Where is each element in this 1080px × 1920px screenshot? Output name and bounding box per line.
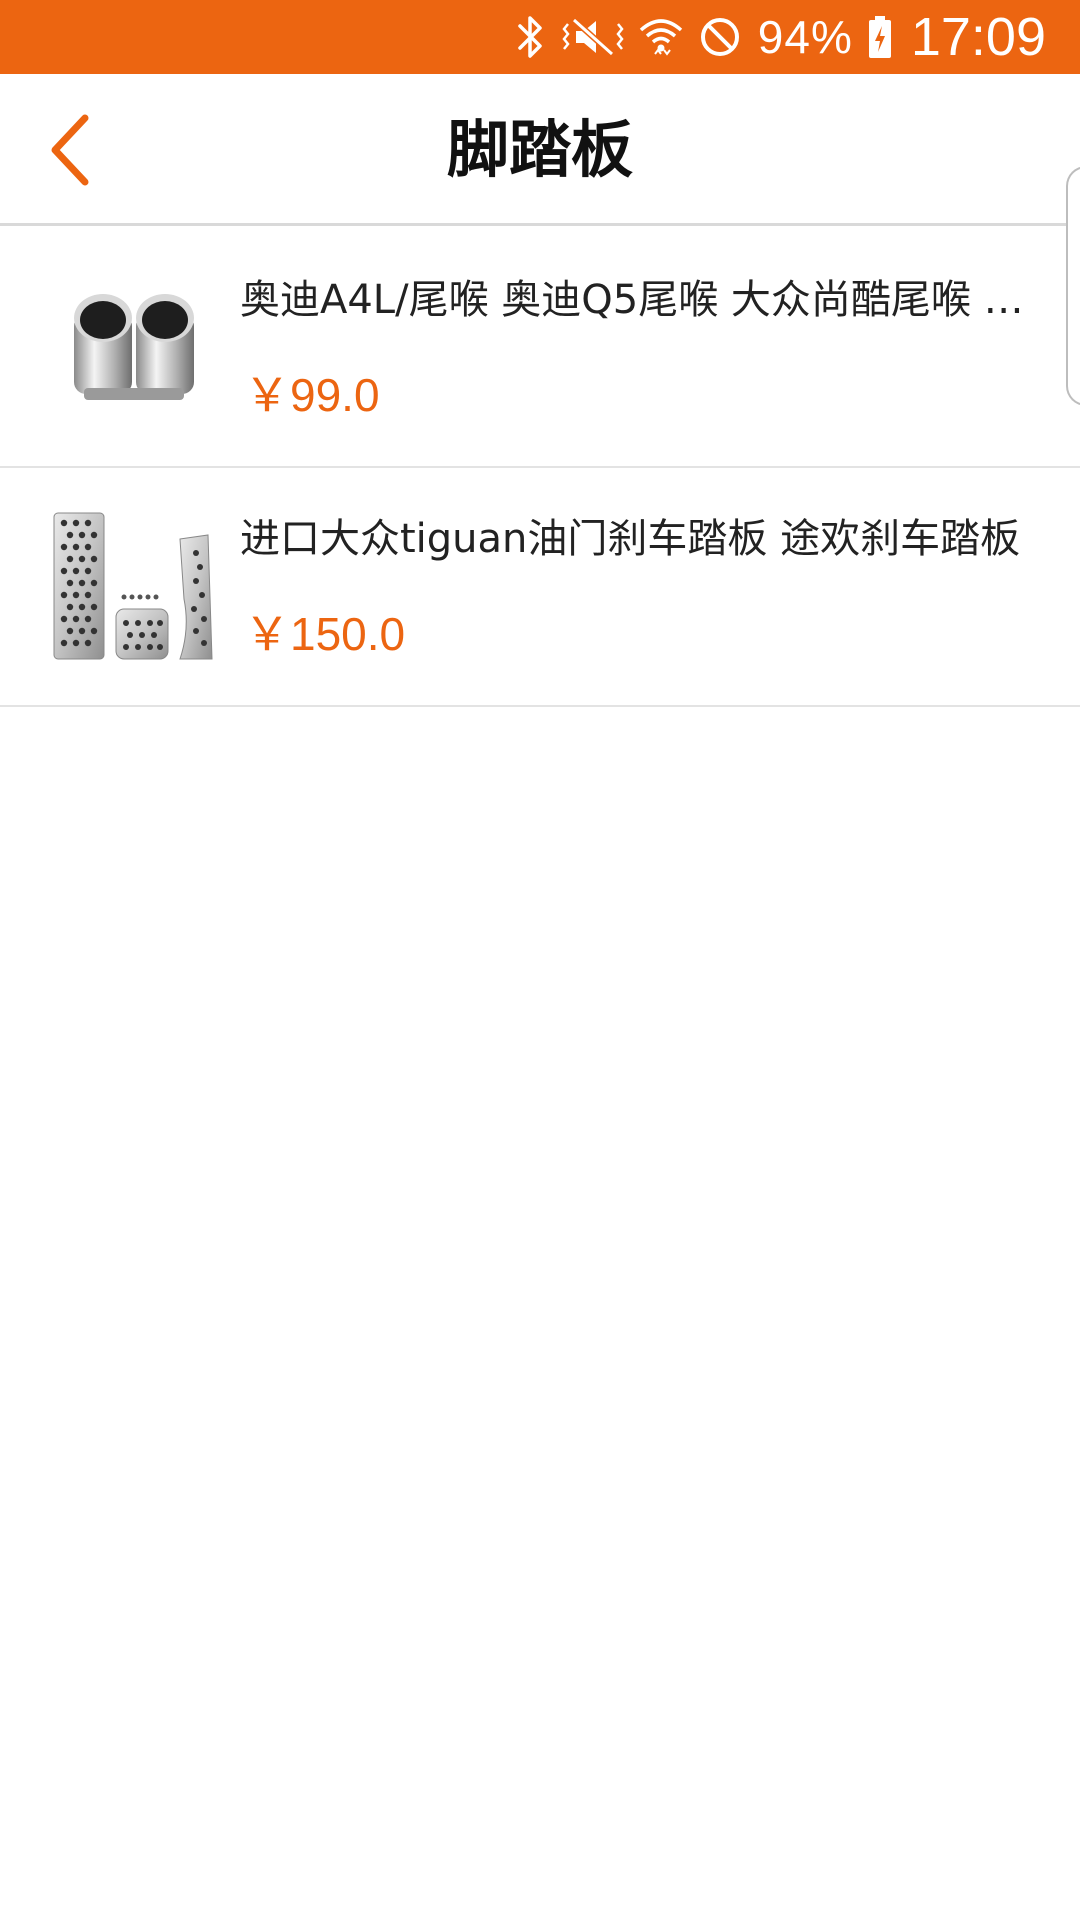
status-bar: 94% 17:09 [0,0,1080,74]
exhaust-tip-image [50,269,218,429]
product-price: ￥99.0 [244,369,380,421]
pedal-set-image [50,508,218,668]
battery-percent: 94% [757,11,853,63]
nav-bar: 脚踏板 [0,74,1080,226]
product-list-item[interactable]: 进口大众tiguan油门刹车踏板 途欢刹车踏板 ￥150.0 [0,468,1080,707]
do-not-disturb-icon [698,0,742,74]
product-list: 奥迪A4L/尾喉 奥迪Q5尾喉 大众尚酷尾喉 途观尾喉 ￥99.0 [0,229,1080,707]
battery-charging-icon [867,0,893,74]
product-list-item[interactable]: 奥迪A4L/尾喉 奥迪Q5尾喉 大众尚酷尾喉 途观尾喉 ￥99.0 [0,229,1080,468]
page-title: 脚踏板 [446,113,633,186]
vibrate-mute-icon [562,0,624,74]
product-title: 进口大众tiguan油门刹车踏板 途欢刹车踏板 [240,516,1021,562]
product-title: 奥迪A4L/尾喉 奥迪Q5尾喉 大众尚酷尾喉 途观尾喉 [240,277,1040,323]
wifi-icon [638,0,684,74]
clock: 17:09 [910,7,1046,67]
bluetooth-icon [514,0,548,74]
product-price: ￥150.0 [244,608,406,660]
